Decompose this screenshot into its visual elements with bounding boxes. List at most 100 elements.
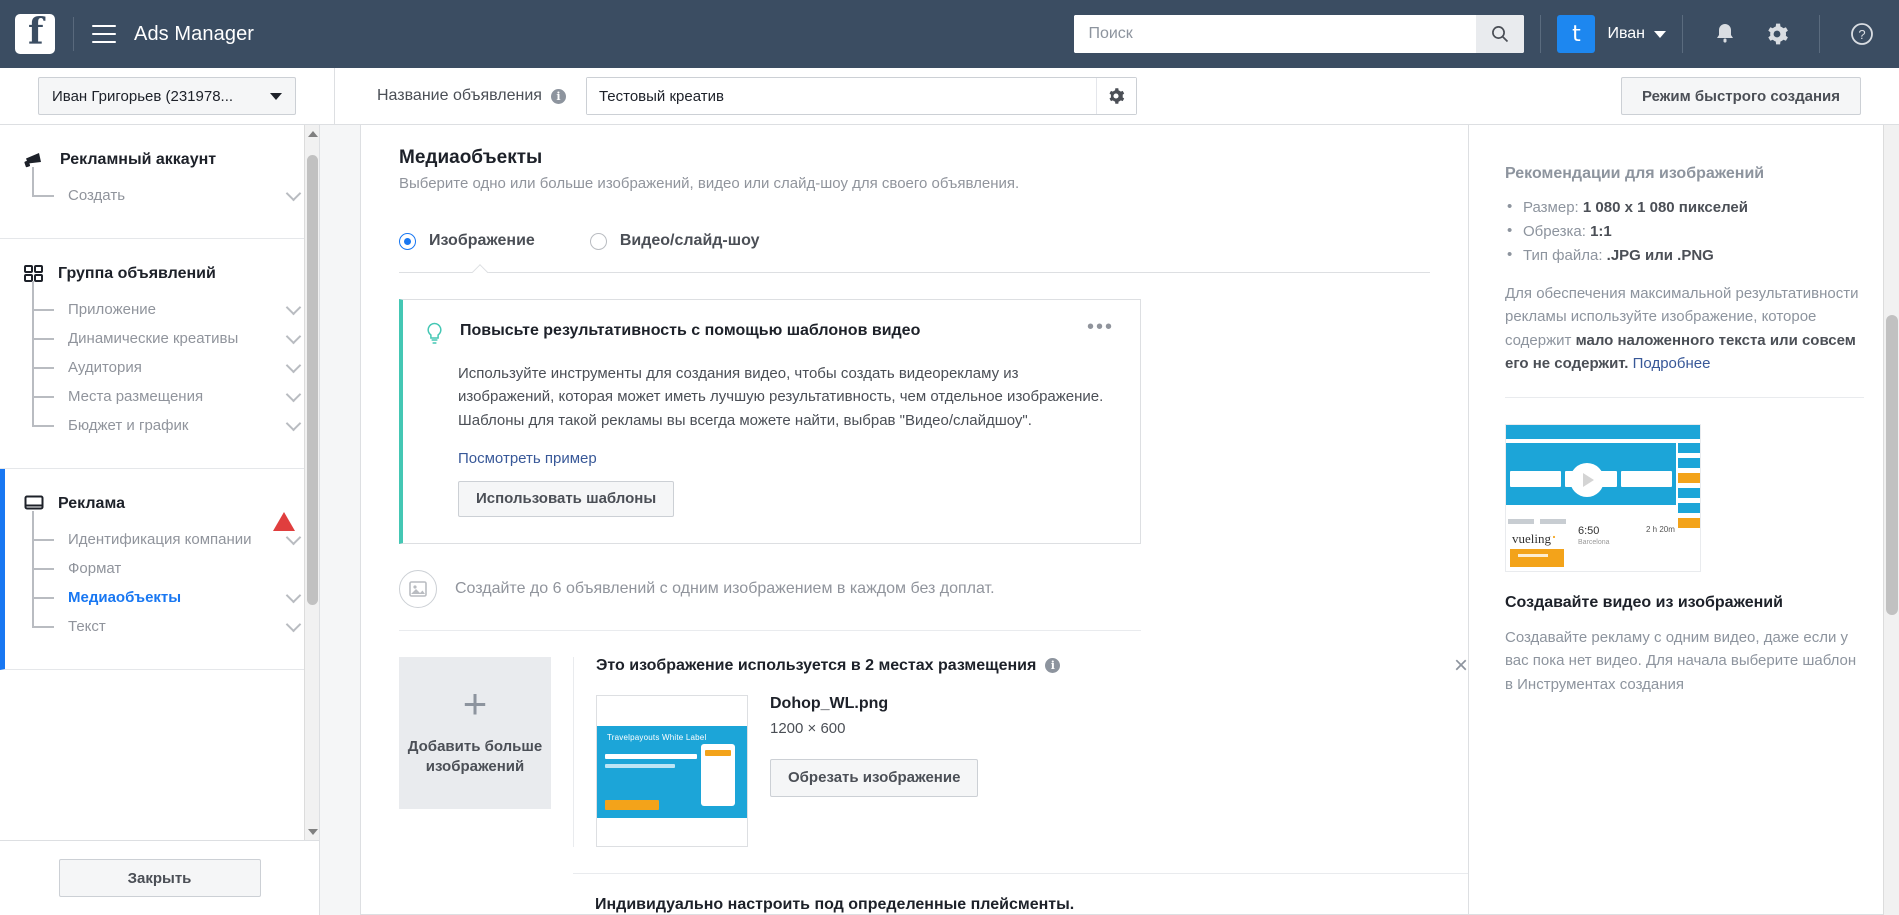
sidebar-group-title: Группа объявлений [58,265,216,282]
sidebar-item-text[interactable]: Текст [32,598,319,641]
multi-ad-hint: Создайте до 6 объявлений с одним изображ… [399,569,1141,631]
sidebar-item-format[interactable]: Формат [32,540,319,583]
video-preview-thumbnail[interactable]: vueling 6:50 Barcelona 2 h 20m [1505,424,1701,572]
sidebar-group-ad: Реклама Идентификация компании Формат Ме… [0,469,319,670]
main-scrollbar[interactable] [1883,125,1899,915]
file-name: Dohop_WL.png [770,694,889,712]
sidebar-group-header[interactable]: Группа объявлений [0,265,319,283]
view-example-link[interactable]: Посмотреть пример [458,450,1114,467]
search-icon[interactable] [1476,15,1525,53]
video-price-text: 6:50 [1578,525,1600,537]
divider [1819,15,1820,53]
radio-option-video-slideshow[interactable]: Видео/слайд-шоу [589,232,760,250]
video-promo-description: Создавайте рекламу с одним видео, даже е… [1505,629,1857,693]
crop-image-button[interactable]: Обрезать изображение [770,758,979,797]
hamburger-menu-icon[interactable] [92,25,116,43]
top-navigation-bar: Ads Manager t Иван [0,0,1899,68]
sidebar-footer: Закрыть [0,840,319,915]
sidebar-scrollbar[interactable] [304,125,319,840]
sidebar-tree: Идентификация компании Формат Медиаобъек… [5,511,319,641]
image-glyph [409,580,427,597]
quick-create-mode-button[interactable]: Режим быстрого создания [1620,77,1861,115]
add-more-images-button[interactable]: + Добавить больше изображений [399,656,551,809]
svg-text:?: ? [1858,27,1865,42]
user-menu[interactable]: Иван [1607,25,1666,43]
recommendations-note: Для обеспечения максимальной результатив… [1505,282,1864,375]
grid-icon [24,265,43,282]
question-mark-icon[interactable]: ? [1847,19,1877,49]
scroll-up-arrow-icon[interactable] [305,125,319,142]
sidebar-item-label: Места размещения [68,388,204,405]
radio-image-input[interactable] [399,232,416,250]
sidebar-group-header[interactable]: Рекламный аккаунт [0,151,319,169]
page-title: Медиаобъекты [399,147,543,168]
chevron-down-icon [285,415,302,432]
chevron-down-icon [270,92,282,100]
selected-image-detail: Это изображение используется в 2 местах … [573,653,1468,847]
divider [1682,15,1683,53]
ad-name-settings-icon[interactable] [1095,78,1136,114]
screen-icon [24,495,44,510]
sidebar-scroll-area: Рекламный аккаунт Создать Группа объявле… [0,125,319,840]
content-gutter [320,125,360,915]
facebook-logo[interactable] [15,11,55,54]
close-button[interactable]: Закрыть [58,859,261,897]
media-selection-row: + Добавить больше изображений Это изобра… [399,653,1468,847]
selected-image-header: Это изображение используется в 2 местах … [596,653,1468,677]
image-thumbnail[interactable]: Travelpayouts White Label [596,694,748,847]
radio-option-image[interactable]: Изображение [399,232,535,250]
recommendation-label: Размер: [1523,199,1583,216]
scroll-down-arrow-icon[interactable] [305,823,319,840]
ad-name-input[interactable] [586,78,1096,114]
placements-note[interactable]: Индивидуально настроить под определенные… [573,872,1468,914]
ad-name-field[interactable] [585,77,1137,115]
user-name-label: Иван [1607,25,1645,42]
global-search[interactable] [1074,15,1525,53]
recommendation-label: Тип файла: [1523,247,1607,264]
divider [73,17,74,51]
sidebar-item-label: Медиаобъекты [68,589,182,606]
lightbulb-icon [427,322,442,344]
avatar[interactable]: t [1557,15,1596,53]
search-glyph [1492,26,1509,43]
sidebar-group-header[interactable]: Реклама [5,495,319,531]
image-placeholder-icon [399,569,437,608]
sidebar-item-label: Динамические креативы [68,330,239,347]
sidebar-item-budget-schedule[interactable]: Бюджет и график [32,397,319,440]
sidebar-item-audience[interactable]: Аудитория [32,339,319,382]
scrollbar-thumb[interactable] [307,155,318,605]
thumbnail-caption: Travelpayouts White Label [607,732,707,742]
sidebar-item-sozdat[interactable]: Создать [32,167,319,210]
video-route-text: Barcelona [1578,539,1610,546]
chevron-down-icon [285,299,302,316]
use-templates-button[interactable]: Использовать шаблоны [458,480,675,517]
list-item: Обрезка: 1:1 [1505,222,1864,240]
megaphone-icon [24,153,41,168]
sidebar-item-business-identity[interactable]: Идентификация компании [32,511,319,554]
radio-video-label: Видео/слайд-шоу [619,232,760,249]
close-icon[interactable]: × [1454,653,1468,677]
image-usage-title: Это изображение используется в 2 местах … [596,656,1037,674]
bell-icon[interactable] [1710,19,1740,49]
radio-video-input[interactable] [589,232,607,250]
file-info: Dohop_WL.png 1200 × 600 Обрезать изображ… [770,695,1468,847]
sidebar-item-dynamic-creatives[interactable]: Динамические креативы [32,310,319,353]
info-icon[interactable]: i [550,88,566,104]
sidebar-item-media[interactable]: Медиаобъекты [32,569,319,612]
search-input[interactable] [1074,15,1477,53]
ellipsis-icon[interactable]: ••• [1087,317,1114,337]
gear-icon[interactable] [1762,19,1792,49]
secondary-toolbar: Иван Григорьев (231978... Название объяв… [0,67,1899,125]
info-icon[interactable]: i [1045,658,1061,674]
recommendation-label: Обрезка: [1523,223,1591,240]
sidebar-item-prilozhenie[interactable]: Приложение [32,281,319,324]
scrollbar-thumb[interactable] [1886,315,1898,615]
tip-body-text: Используйте инструменты для создания вид… [458,365,1104,429]
sidebar-item-placements[interactable]: Места размещения [32,368,319,411]
app-title: Ads Manager [134,22,255,45]
divider [334,67,335,125]
learn-more-link[interactable]: Подробнее [1628,355,1711,372]
multi-ad-hint-text: Создайте до 6 объявлений с одним изображ… [455,579,995,597]
account-selector[interactable]: Иван Григорьев (231978... [38,77,296,115]
warning-triangle-icon [273,495,295,531]
